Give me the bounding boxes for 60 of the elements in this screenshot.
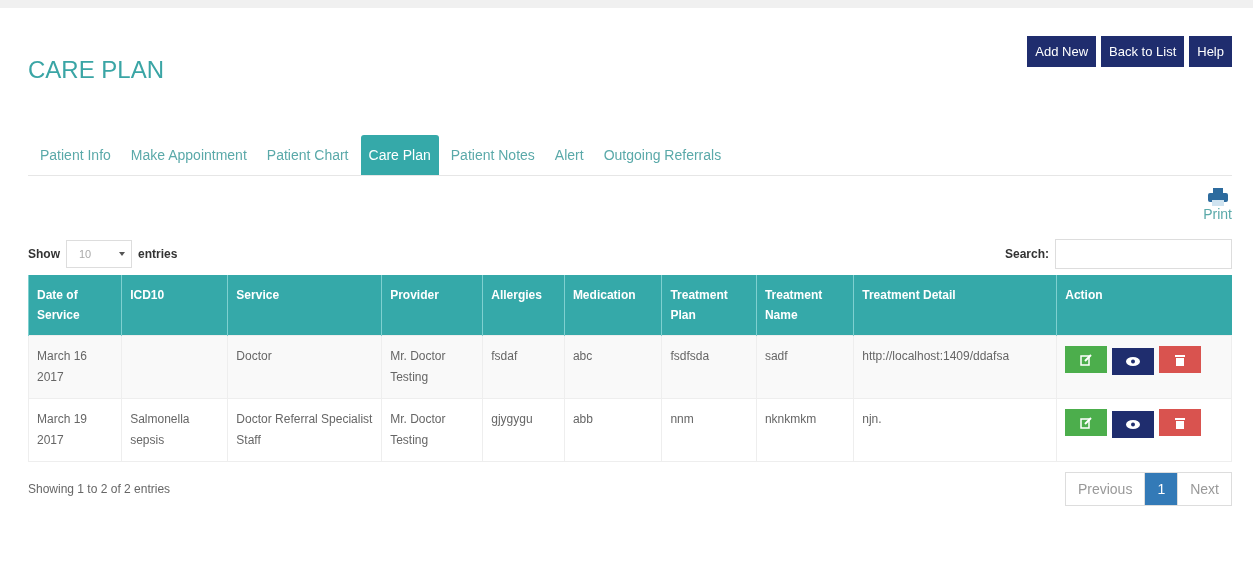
tab[interactable]: Patient Info [32, 135, 119, 175]
column-header: Treatment Detail [853, 275, 1057, 336]
view-button[interactable] [1112, 347, 1155, 375]
column-header: Treatment Plan [661, 275, 757, 336]
eye-icon [1126, 419, 1141, 429]
page-button[interactable]: 1 [1144, 472, 1179, 506]
tab[interactable]: Patient Notes [442, 135, 543, 175]
printer-icon [1207, 188, 1228, 206]
table-cell: Mr. Doctor Testing [390, 412, 446, 447]
search-field[interactable] [1055, 239, 1232, 269]
table-cell: fsdaf [491, 349, 518, 363]
table-cell: gjygygu [491, 412, 533, 426]
table-cell: http://localhost:1409/ddafsa [862, 349, 1010, 363]
print-button[interactable]: Print [1203, 188, 1232, 222]
trash-icon [1175, 416, 1186, 429]
column-header: ICD10 [121, 275, 228, 336]
tab[interactable]: Patient Chart [258, 135, 357, 175]
table-cell: Doctor [236, 349, 272, 363]
delete-button[interactable] [1159, 409, 1202, 436]
table-cell: Doctor Referral Specialist Staff [236, 412, 373, 447]
table-cell: March 16 2017 [37, 349, 88, 384]
delete-button[interactable] [1159, 346, 1202, 373]
tab[interactable]: Alert [546, 135, 592, 175]
header-button[interactable]: Back to List [1101, 36, 1185, 67]
column-header: Provider [381, 275, 483, 336]
table-cell: fsdfsda [670, 349, 710, 363]
table-cell: nknkmkm [764, 412, 817, 426]
eye-icon [1126, 356, 1141, 366]
tab[interactable]: Care Plan [360, 135, 439, 175]
entries-select[interactable]: 10 [66, 240, 132, 268]
page-button[interactable]: Previous [1064, 472, 1146, 506]
caret-icon [119, 252, 125, 256]
table-cell: abc [572, 349, 593, 363]
page-title: CARE PLAN [28, 56, 165, 84]
entries-label: entries [138, 247, 178, 261]
table-cell: nnm [670, 412, 694, 426]
column-header: Date of Service [28, 275, 122, 336]
table-cell: Mr. Doctor Testing [390, 349, 446, 384]
table-cell: March 19 2017 [37, 412, 88, 447]
show-label: Show [28, 247, 60, 261]
column-header: Action [1056, 275, 1232, 336]
page-button[interactable]: Next [1177, 472, 1232, 506]
column-header: Treatment Name [756, 275, 854, 336]
tab[interactable]: Outgoing Referrals [595, 135, 730, 175]
table-cell: sadf [764, 349, 788, 363]
table-info: Showing 1 to 2 of 2 entries [28, 482, 171, 496]
pencil-icon [1080, 416, 1093, 429]
header-button[interactable]: Add New [1027, 36, 1097, 67]
tab[interactable]: Make Appointment [122, 135, 255, 175]
table-cell: abb [572, 412, 593, 426]
view-button[interactable] [1112, 410, 1155, 438]
pencil-icon [1080, 353, 1093, 366]
column-header: Allergies [482, 275, 565, 336]
search-label: Search: [1004, 247, 1049, 261]
column-header: Medication [564, 275, 662, 336]
table-cell: njn. [862, 412, 882, 426]
trash-icon [1175, 353, 1186, 366]
header-button[interactable]: Help [1189, 36, 1232, 67]
table-cell: Salmonella sepsis [130, 412, 190, 447]
column-header: Service [227, 275, 382, 336]
